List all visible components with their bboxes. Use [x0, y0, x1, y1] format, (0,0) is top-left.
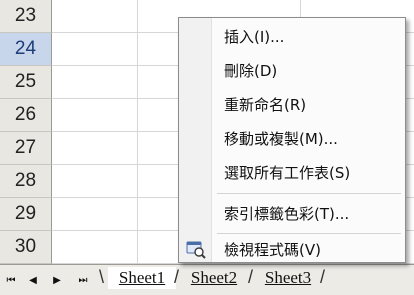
row-header-27[interactable]: 27: [0, 132, 52, 165]
tab-divider: /: [174, 267, 180, 287]
prev-sheet-button[interactable]: ◀: [26, 271, 40, 289]
last-sheet-button[interactable]: ⏭: [76, 271, 90, 289]
menu-item-rename[interactable]: 重新命名(R): [212, 89, 405, 119]
tab-sheet1[interactable]: Sheet1: [108, 267, 176, 289]
menu-icon-gutter: [179, 18, 212, 262]
menu-item-select-all-sheets[interactable]: 選取所有工作表(S): [212, 157, 405, 187]
tab-label: Sheet2: [190, 268, 238, 287]
menu-separator: [217, 193, 401, 194]
tab-divider: /: [248, 267, 254, 287]
menu-item-insert[interactable]: 插入(I)...: [212, 21, 405, 51]
tab-divider: \: [99, 267, 105, 287]
menu-item-tab-color[interactable]: 索引標籤色彩(T)...: [212, 198, 405, 228]
row-header-25[interactable]: 25: [0, 66, 52, 99]
menu-item-move-copy[interactable]: 移動或複製(M)...: [212, 123, 405, 153]
row-header-29[interactable]: 29: [0, 198, 52, 231]
tab-label: Sheet1: [118, 268, 166, 287]
view-code-icon: [185, 239, 207, 259]
row-header-26[interactable]: 26: [0, 99, 52, 132]
next-sheet-button[interactable]: ▶: [50, 271, 64, 289]
menu-item-view-code[interactable]: 檢視程式碼(V): [212, 234, 405, 264]
sheet-tab-bar: ⏮ ◀ ▶ ⏭ \ Sheet1 / Sheet2 / Sheet3 /: [0, 264, 414, 295]
row-header-30[interactable]: 30: [0, 231, 52, 264]
tab-sheet2[interactable]: Sheet2: [181, 267, 247, 289]
row-header-28[interactable]: 28: [0, 165, 52, 198]
row-header-24[interactable]: 24: [0, 33, 52, 66]
tab-sheet3[interactable]: Sheet3: [256, 267, 320, 289]
first-sheet-button[interactable]: ⏮: [4, 271, 18, 289]
row-header-23[interactable]: 23: [0, 0, 52, 33]
menu-item-delete[interactable]: 刪除(D): [212, 55, 405, 85]
tab-divider: /: [320, 267, 326, 287]
sheet-tab-context-menu: 插入(I)... 刪除(D) 重新命名(R) 移動或複製(M)... 選取所有工…: [178, 17, 406, 263]
tab-label: Sheet3: [264, 268, 312, 287]
